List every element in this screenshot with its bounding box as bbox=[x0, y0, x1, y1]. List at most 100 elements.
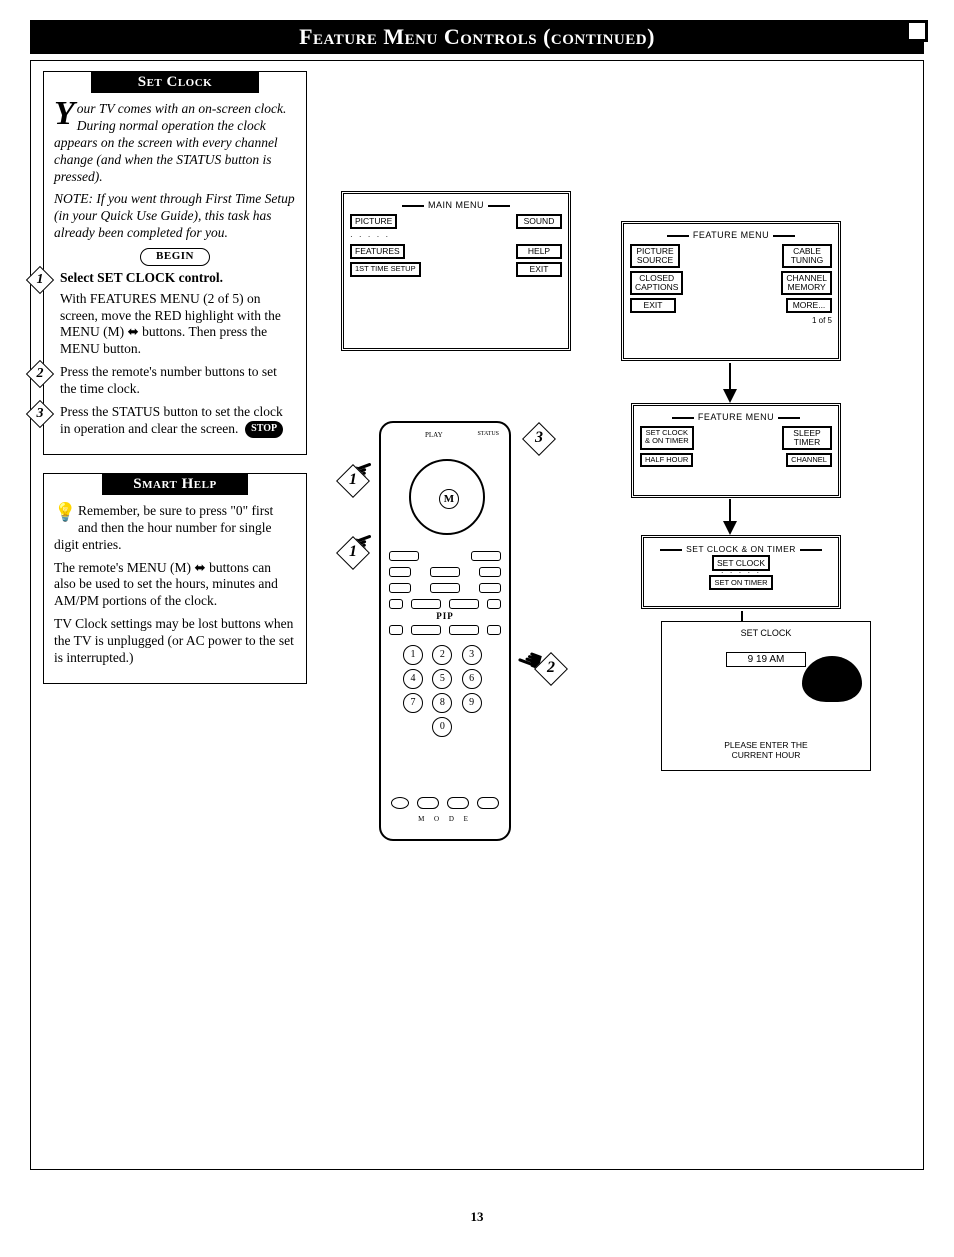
arrow-2-stem bbox=[729, 499, 731, 523]
remote-bottom-row bbox=[391, 797, 499, 809]
key-1: 1 bbox=[403, 645, 423, 665]
set-clock-heading: Set Clock bbox=[91, 72, 259, 93]
rb6 bbox=[389, 583, 411, 593]
rb2 bbox=[471, 551, 501, 561]
step-2-icon: 2 bbox=[30, 364, 50, 384]
screen-set-clock-entry: SET CLOCK 9 19 AM PLEASE ENTER THE CURRE… bbox=[661, 621, 871, 771]
key-4: 4 bbox=[403, 669, 423, 689]
remote-numpad: 123 456 789 0 bbox=[403, 645, 487, 737]
btn-cable-tune: CABLE TUNING bbox=[782, 244, 832, 268]
feature2-title: FEATURE MENU bbox=[640, 412, 832, 422]
pip-label: PIP bbox=[381, 611, 509, 621]
smart-help-body: 💡 Remember, be sure to press "0" first a… bbox=[44, 495, 306, 683]
btn-cc: CLOSED CAPTIONS bbox=[630, 271, 683, 295]
btn-channel: CHANNEL bbox=[786, 453, 832, 467]
manual-page: Feature Menu Controls (continued) Set Cl… bbox=[30, 20, 924, 1227]
step-2-text: Press the remote's number buttons to set… bbox=[60, 364, 277, 396]
remote-dpad: M bbox=[409, 459, 485, 535]
btn-picture: PICTURE bbox=[350, 214, 397, 229]
main-menu-title: MAIN MENU bbox=[350, 200, 562, 210]
rb16 bbox=[487, 625, 501, 635]
key-7: 7 bbox=[403, 693, 423, 713]
step-1: 1 Select SET CLOCK control. With FEATURE… bbox=[54, 270, 296, 358]
lbl-status: STATUS bbox=[477, 431, 499, 437]
screen-feature-2: FEATURE MENU SET CLOCK & ON TIMER SLEEP … bbox=[631, 403, 841, 498]
screen-setclock-ontimer: SET CLOCK & ON TIMER SET CLOCK · · · · ·… bbox=[641, 535, 841, 609]
page-title: Feature Menu Controls (continued) bbox=[299, 24, 655, 49]
help-p1: 💡 Remember, be sure to press "0" first a… bbox=[54, 503, 296, 554]
callout-2: 2 bbox=[539, 657, 563, 681]
callout-1a: 1 bbox=[341, 469, 365, 493]
key-9: 9 bbox=[462, 693, 482, 713]
btn-sound: SOUND bbox=[516, 214, 562, 229]
step-1-icon: 1 bbox=[30, 270, 50, 290]
key-6: 6 bbox=[462, 669, 482, 689]
mode-tv bbox=[477, 797, 499, 809]
smart-help-heading: Smart Help bbox=[102, 474, 249, 495]
key-3: 3 bbox=[462, 645, 482, 665]
set-clock-box: Set Clock Y our TV comes with an on-scre… bbox=[43, 71, 307, 455]
rb10 bbox=[411, 599, 441, 609]
callout-1b: 1 bbox=[341, 541, 365, 565]
entry-msg2: CURRENT HOUR bbox=[732, 750, 801, 760]
help-p1-text: Remember, be sure to press "0" first and… bbox=[54, 503, 273, 552]
feature1-title: FEATURE MENU bbox=[630, 230, 832, 240]
btn-ch-mem: CHANNEL MEMORY bbox=[781, 271, 832, 295]
rb1 bbox=[389, 551, 419, 561]
callout-3: 3 bbox=[527, 427, 551, 451]
smart-help-box: Smart Help 💡 Remember, be sure to press … bbox=[43, 473, 307, 684]
title-marker-box bbox=[906, 20, 928, 42]
stop-pill: STOP bbox=[245, 421, 283, 438]
arrow-2-head bbox=[723, 521, 737, 535]
btn-pic-src: PICTURE SOURCE bbox=[630, 244, 680, 268]
rb7 bbox=[430, 583, 460, 593]
left-column: Set Clock Y our TV comes with an on-scre… bbox=[43, 71, 307, 702]
btn-setontimer: SET ON TIMER bbox=[709, 575, 772, 590]
feature1-foot: 1 of 5 bbox=[630, 316, 832, 325]
intro-text: our TV comes with an on-screen clock. Du… bbox=[54, 101, 286, 184]
remote-menu-btn: M bbox=[439, 489, 459, 509]
entry-time: 9 19 AM bbox=[726, 652, 806, 667]
help-p2: The remote's MENU (M) ⬌ buttons can also… bbox=[54, 560, 296, 611]
rb13 bbox=[389, 625, 403, 635]
btn-exit2: EXIT bbox=[630, 298, 676, 313]
rb11 bbox=[449, 599, 479, 609]
step-3: 3 Press the STATUS button to set the clo… bbox=[54, 404, 296, 438]
btn-1st-time: 1ST TIME SETUP bbox=[350, 262, 421, 277]
rb12 bbox=[487, 599, 501, 609]
set-clock-note: NOTE: If you went through First Time Set… bbox=[54, 191, 296, 242]
rb8 bbox=[479, 583, 501, 593]
arrow-1-head bbox=[723, 389, 737, 403]
step-2: 2 Press the remote's number buttons to s… bbox=[54, 364, 296, 398]
setclock-title: SET CLOCK & ON TIMER bbox=[650, 544, 832, 554]
step-1a: Select SET CLOCK control. bbox=[60, 270, 223, 285]
rb14 bbox=[411, 625, 441, 635]
begin-pill: BEGIN bbox=[140, 248, 210, 266]
rb4 bbox=[430, 567, 460, 577]
rb15 bbox=[449, 625, 479, 635]
mode-cbl bbox=[447, 797, 469, 809]
btn-help: HELP bbox=[516, 244, 562, 259]
arrow-1-stem bbox=[729, 363, 731, 391]
step-1b: With FEATURES MENU (2 of 5) on screen, m… bbox=[60, 291, 296, 359]
key-0: 0 bbox=[432, 717, 452, 737]
screen-main-menu: MAIN MENU PICTURE SOUND · · · · · FEATUR… bbox=[341, 191, 571, 351]
entry-graphic bbox=[802, 656, 862, 702]
btn-halfhour: HALF HOUR bbox=[640, 453, 693, 467]
entry-title: SET CLOCK bbox=[662, 628, 870, 638]
btn-setclock-timer: SET CLOCK & ON TIMER bbox=[640, 426, 694, 450]
help-p3: TV Clock settings may be lost buttons wh… bbox=[54, 616, 296, 667]
page-title-bar: Feature Menu Controls (continued) bbox=[30, 20, 924, 54]
btn-sleep: SLEEP TIMER bbox=[782, 426, 832, 450]
entry-msg: PLEASE ENTER THE CURRENT HOUR bbox=[662, 741, 870, 760]
mode-vcr bbox=[417, 797, 439, 809]
dotty: · · · · · bbox=[350, 232, 562, 241]
illustration-area: MAIN MENU PICTURE SOUND · · · · · FEATUR… bbox=[331, 71, 911, 1159]
lbl-play: PLAY bbox=[425, 431, 443, 439]
rb5 bbox=[479, 567, 501, 577]
key-8: 8 bbox=[432, 693, 452, 713]
mode-label: M O D E bbox=[381, 815, 509, 823]
key-5: 5 bbox=[432, 669, 452, 689]
page-number: 13 bbox=[30, 1209, 924, 1225]
rb3 bbox=[389, 567, 411, 577]
